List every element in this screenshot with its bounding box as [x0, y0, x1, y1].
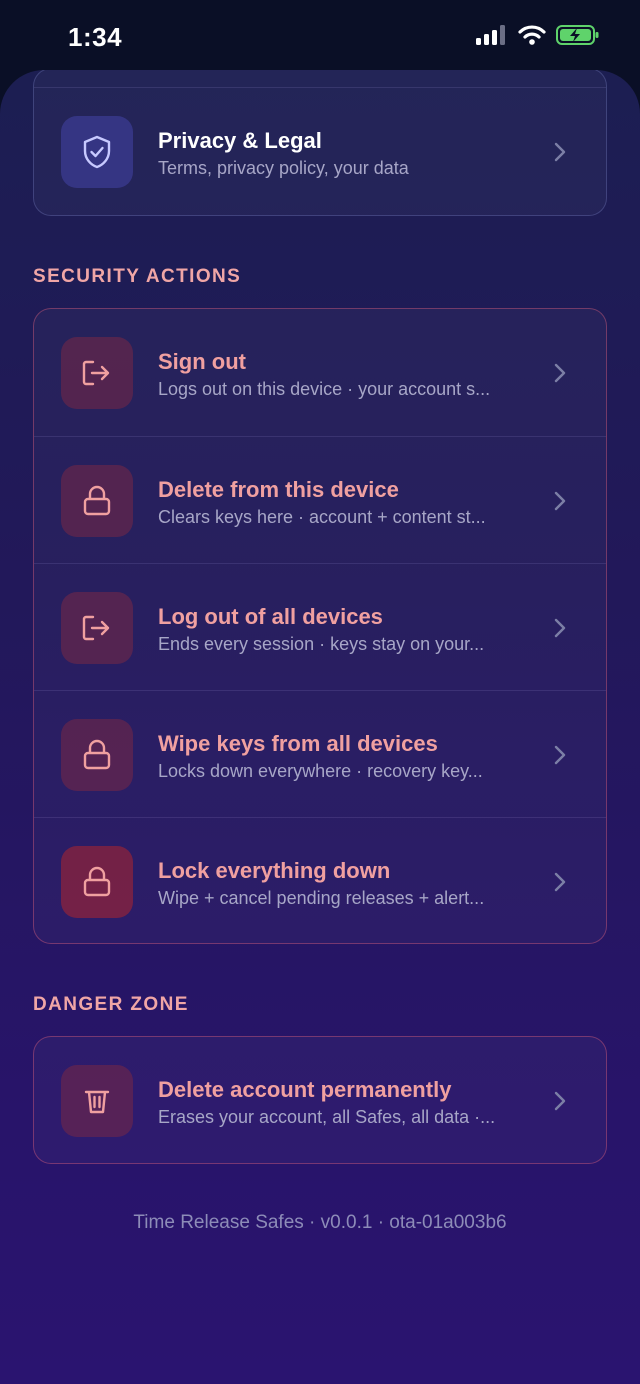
icon-tile — [61, 337, 133, 409]
row-subtitle: Terms, privacy policy, your data — [158, 158, 409, 178]
status-bar: 1:34 — [0, 0, 640, 72]
row-subtitle: Logs out on this device · your account s… — [158, 379, 491, 399]
row-title: Privacy & Legal — [158, 128, 322, 153]
lock-icon — [83, 485, 111, 516]
sign-out-icon — [82, 360, 110, 386]
icon-tile — [61, 116, 133, 188]
row-delete-account[interactable]: Delete account permanently Erases your a… — [34, 1037, 606, 1164]
icon-tile — [61, 465, 133, 537]
row-title: Delete from this device — [158, 477, 399, 502]
chevron-right-icon — [554, 618, 566, 638]
trash-icon — [84, 1090, 110, 1114]
shield-check-icon — [83, 135, 111, 169]
icon-tile — [61, 1065, 133, 1137]
row-sign-out[interactable]: Sign out Logs out on this device · your … — [34, 309, 606, 436]
chevron-right-icon — [554, 142, 566, 162]
row-title: Log out of all devices — [158, 604, 383, 629]
row-subtitle: Ends every session · keys stay on your..… — [158, 634, 485, 654]
row-subtitle: Wipe + cancel pending releases + alert..… — [158, 888, 485, 908]
wifi-icon — [518, 25, 546, 45]
row-privacy-legal[interactable]: Privacy & Legal Terms, privacy policy, y… — [34, 88, 606, 215]
chevron-right-icon — [554, 363, 566, 383]
sign-out-icon — [82, 615, 110, 641]
chevron-right-icon — [554, 491, 566, 511]
app-version-footer: Time Release Safes · v0.0.1 · ota-01a003… — [133, 1212, 507, 1233]
section-label-danger-zone: DANGER ZONE — [33, 994, 189, 1015]
lock-icon — [83, 739, 111, 770]
status-icons — [476, 24, 600, 46]
row-subtitle: Erases your account, all Safes, all data… — [158, 1107, 496, 1127]
row-lock-everything-down[interactable]: Lock everything down Wipe + cancel pendi… — [34, 817, 606, 944]
security-actions-card: Sign out Logs out on this device · your … — [33, 308, 607, 944]
battery-charging-icon — [556, 25, 599, 45]
danger-zone-card: Delete account permanently Erases your a… — [33, 1036, 607, 1164]
icon-tile — [61, 846, 133, 918]
icon-tile — [61, 719, 133, 791]
cellular-signal-icon — [476, 25, 505, 45]
row-wipe-keys-all-devices[interactable]: Wipe keys from all devices Locks down ev… — [34, 690, 606, 817]
row-title: Delete account permanently — [158, 1077, 452, 1102]
chevron-right-icon — [554, 872, 566, 892]
settings-sheet: Privacy & Legal Terms, privacy policy, y… — [0, 70, 640, 1384]
row-delete-from-device[interactable]: Delete from this device Clears keys here… — [34, 436, 606, 563]
privacy-card: Privacy & Legal Terms, privacy policy, y… — [33, 70, 607, 216]
icon-tile — [61, 592, 133, 664]
row-subtitle: Locks down everywhere · recovery key... — [158, 761, 483, 781]
row-subtitle: Clears keys here · account + content st.… — [158, 507, 486, 527]
chevron-right-icon — [554, 745, 566, 765]
chevron-right-icon — [554, 1091, 566, 1111]
row-title: Sign out — [158, 349, 246, 374]
section-label-security: SECURITY ACTIONS — [33, 266, 242, 287]
status-time: 1:34 — [68, 22, 123, 52]
row-title: Wipe keys from all devices — [158, 731, 438, 756]
row-title: Lock everything down — [158, 858, 391, 883]
row-log-out-all-devices[interactable]: Log out of all devices Ends every sessio… — [34, 563, 606, 690]
lock-icon — [83, 866, 111, 897]
